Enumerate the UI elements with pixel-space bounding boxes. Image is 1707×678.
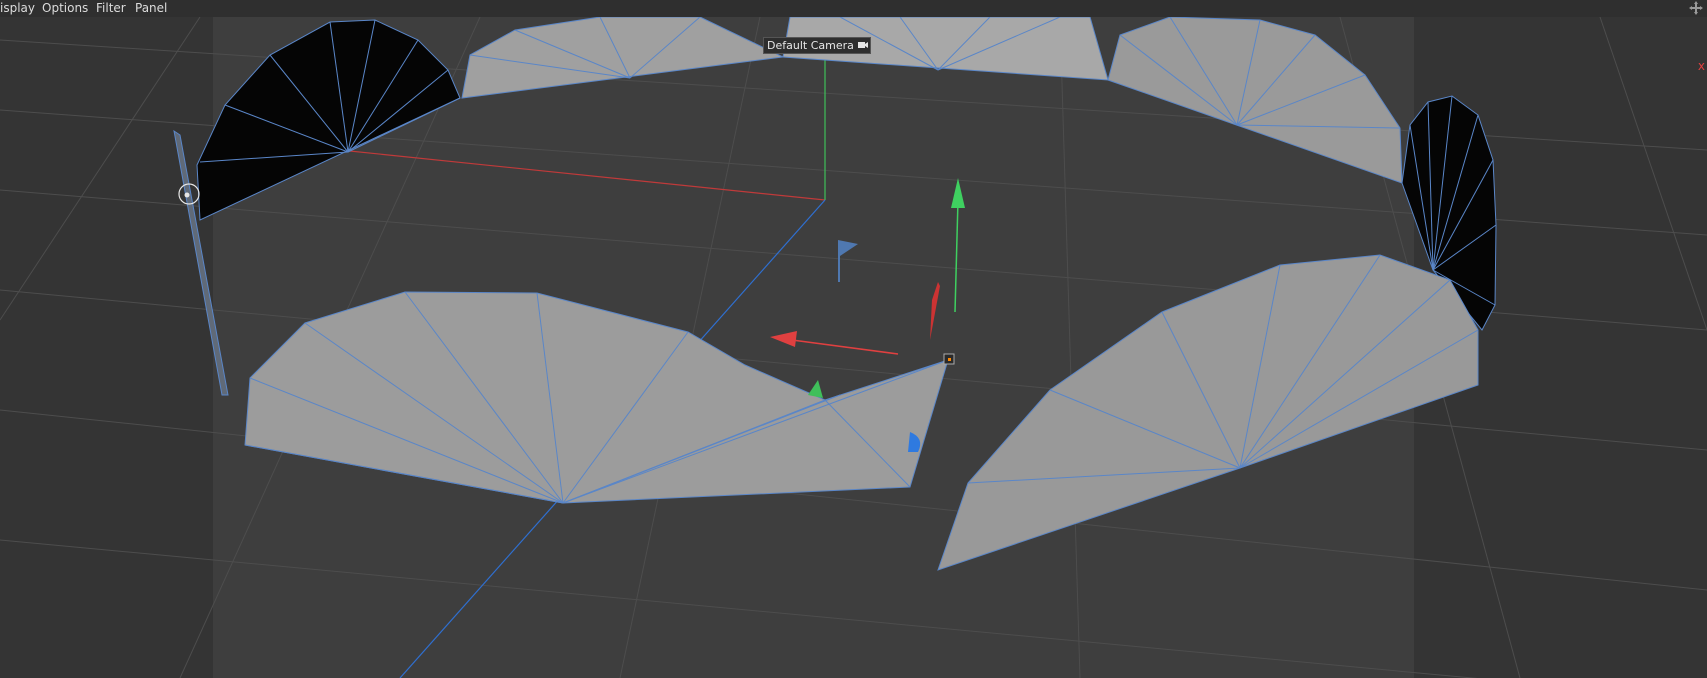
menu-filter[interactable]: Filter [96, 1, 126, 16]
3d-viewport[interactable]: Default Camera x [0, 17, 1707, 678]
menu-display[interactable]: isplay [0, 1, 35, 16]
menu-bar: isplay Options Filter Panel [0, 0, 1707, 17]
menu-options[interactable]: Options [42, 1, 88, 16]
move-arrows-icon[interactable] [1689, 1, 1703, 15]
axis-label-x: x [1697, 59, 1705, 73]
safe-frame-left [0, 17, 213, 678]
camera-icon [857, 42, 868, 48]
menu-panel[interactable]: Panel [135, 1, 167, 16]
camera-label-text: Default Camera [767, 39, 854, 52]
camera-label[interactable]: Default Camera [763, 37, 871, 54]
viewport-canvas[interactable] [0, 17, 1707, 678]
